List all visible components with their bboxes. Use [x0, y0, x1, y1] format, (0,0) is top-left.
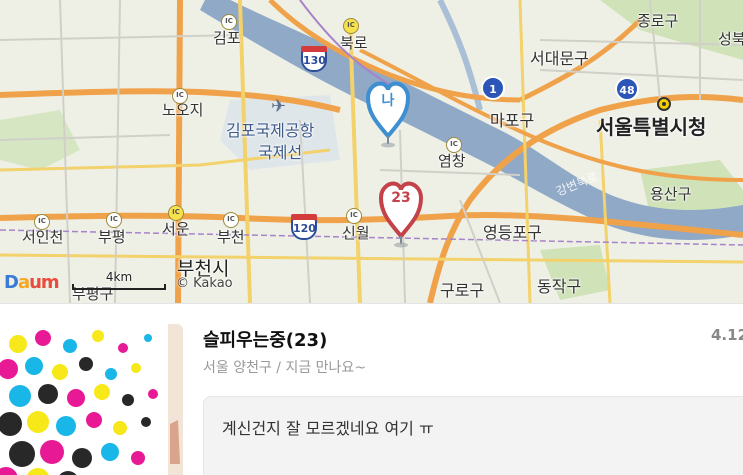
- map-base: [0, 0, 743, 303]
- map-label-seodaemun: 서대문구: [530, 49, 589, 68]
- map-label-yongsan: 용산구: [650, 185, 692, 203]
- airplane-icon: ✈: [271, 96, 287, 117]
- map-label-bukro: 북로: [340, 34, 368, 52]
- map-scale-bar: 4km: [72, 270, 166, 290]
- map-label-yeongdeungpo: 영등포구: [483, 223, 542, 242]
- ic-marker: IC: [34, 214, 50, 230]
- map-label-guro: 구로구: [440, 281, 485, 300]
- route-shield-120: 120: [291, 214, 317, 240]
- profile-card[interactable]: 슬피우는중(23) 서울 양천구 / 지금 만나요~ 4.12 계신건지 잘 모…: [0, 303, 743, 475]
- profile-photo[interactable]: [0, 324, 183, 475]
- profile-name: 슬피우는중(23): [203, 330, 328, 351]
- map-label-jongno: 종로구: [637, 12, 679, 30]
- profile-rating: 4.12: [711, 326, 743, 344]
- map-label-bucheon-ic: 부천: [217, 228, 245, 246]
- map-label-mapo: 마포구: [490, 111, 535, 130]
- station-icon: [657, 97, 671, 111]
- map-label-gukjeseon: 국제선: [258, 143, 303, 162]
- map-view[interactable]: 종로구 성북 서대문구 서울특별시청 마포구 용산구 영등포구 동작구 구로구 …: [0, 0, 743, 303]
- map-label-seoun: 서운: [162, 220, 190, 238]
- route-marker-1: 1: [481, 76, 505, 100]
- ic-marker: IC: [446, 137, 462, 153]
- map-label-seoin: 서인천: [22, 228, 64, 246]
- user-location-pin[interactable]: 23: [377, 176, 425, 248]
- map-label-seongbuk: 성북: [718, 30, 743, 48]
- ic-marker: IC: [168, 205, 184, 221]
- heart-pin-icon: [378, 181, 424, 248]
- map-label-gimpo-airport: 김포국제공항: [226, 121, 315, 140]
- profile-image: [0, 324, 183, 475]
- map-label-dongjak: 동작구: [537, 277, 582, 296]
- my-location-pin[interactable]: 나: [364, 76, 412, 148]
- map-label-gimpo: 김포: [213, 29, 241, 47]
- route-shield-130: 130: [301, 46, 327, 72]
- ic-marker: IC: [106, 212, 122, 228]
- profile-location-status: 서울 양천구 / 지금 만나요~: [203, 360, 367, 376]
- message-text: 계신건지 잘 모르겠네요 여기 ㅠ: [222, 419, 434, 438]
- daum-logo: Daum: [4, 272, 60, 293]
- map-label-nohji: 노오지: [162, 101, 204, 119]
- map-label-sinwol: 신월: [342, 224, 370, 242]
- heart-pin-icon: [365, 81, 411, 148]
- user-pin-label: 23: [391, 190, 411, 206]
- message-bubble[interactable]: 계신건지 잘 모르겠네요 여기 ㅠ: [203, 396, 743, 475]
- ic-marker: IC: [343, 18, 359, 34]
- route-marker-48: 48: [615, 77, 639, 101]
- map-label-yeomchang: 염창: [438, 152, 466, 170]
- map-scale-label: 4km: [105, 270, 133, 284]
- map-label-bupyeong: 부평: [98, 228, 126, 246]
- map-label-city-hall: 서울특별시청: [596, 115, 707, 139]
- map-copyright: © Kakao: [176, 276, 233, 291]
- ic-marker: IC: [221, 14, 237, 30]
- ic-marker: IC: [223, 212, 239, 228]
- ic-marker: IC: [346, 208, 362, 224]
- my-pin-label: 나: [381, 93, 395, 109]
- ic-marker: IC: [172, 88, 188, 104]
